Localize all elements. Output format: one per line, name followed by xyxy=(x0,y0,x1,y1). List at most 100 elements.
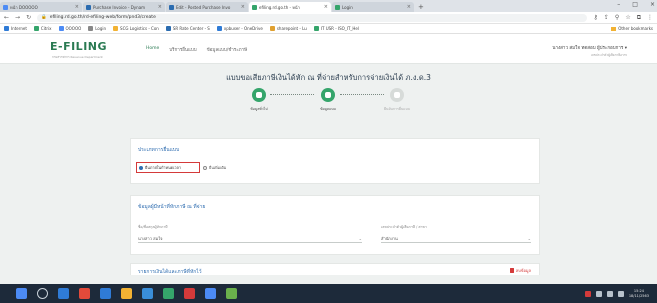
field-value[interactable]: นางสาว สมใจ ⌄ xyxy=(138,234,362,243)
filing-type-additional-radio[interactable]: ยื่นเพิ่มเติม xyxy=(203,165,226,171)
bookmark-label: sharepoint - Lu xyxy=(276,26,307,31)
bookmark-item[interactable]: OOOOO xyxy=(58,26,82,31)
menu-icon[interactable]: ⋮ xyxy=(647,14,653,22)
filing-type-card: ประเภทการยื่นแบบ ยื่นภายในกำหนดเวลา ยื่น… xyxy=(130,138,540,184)
browser-tab[interactable]: Edit - Posted Purchase Invo × xyxy=(166,2,248,12)
back-icon[interactable]: ← xyxy=(4,14,9,21)
forward-icon[interactable]: → xyxy=(15,14,20,21)
bookmark-icon xyxy=(4,26,9,31)
payer-branch-select[interactable]: เลขประจำตัวผู้เสียภาษี / สาขา สำนักงาน ⌄ xyxy=(381,224,531,243)
close-tab-icon[interactable]: × xyxy=(407,4,411,10)
close-tab-icon[interactable]: × xyxy=(158,4,162,10)
chrome-icon[interactable] xyxy=(163,288,174,299)
zoom-icon[interactable]: ⚲ xyxy=(615,14,619,22)
teams-icon[interactable] xyxy=(100,288,111,299)
bookmark-icon xyxy=(33,26,39,31)
menu-item-tax-info[interactable]: ข้อมูลแบบ/ชำระภาษี xyxy=(207,46,248,53)
other-bookmarks[interactable]: Other bookmarks xyxy=(611,26,653,31)
app-icon[interactable] xyxy=(205,288,216,299)
payer-info-card: ข้อมูลผู้มีหน้าที่หักภาษี ณ ที่จ่าย ชื่อ… xyxy=(130,195,540,255)
menu-item-filing[interactable]: บริการยื่นแบบ xyxy=(169,46,196,53)
menu-item-home[interactable]: Home xyxy=(146,46,159,53)
extensions-icon[interactable]: ⧉ xyxy=(637,14,641,22)
close-tab-icon[interactable]: × xyxy=(241,4,245,10)
explorer-icon[interactable] xyxy=(121,288,132,299)
volume-icon[interactable] xyxy=(606,290,613,297)
delete-data-button[interactable]: ลบข้อมูล xyxy=(509,267,531,274)
windows-start-icon[interactable] xyxy=(16,288,27,299)
key-icon[interactable]: ⚷ xyxy=(593,14,597,22)
clock-date: 18/11/2563 xyxy=(628,293,649,298)
folder-icon xyxy=(611,26,617,31)
field-value[interactable]: สำนักงาน ⌄ xyxy=(381,234,531,243)
bookmark-label: Internet xyxy=(11,26,27,31)
browser-tab[interactable]: หน้า DOOOOO × xyxy=(0,2,82,12)
other-bookmarks-label: Other bookmarks xyxy=(618,26,653,31)
bookmark-label: SR Rate Center - S xyxy=(172,26,210,31)
bookmark-item[interactable]: IT USR - ISO_IT_Hel xyxy=(313,26,359,31)
tab-title: Login xyxy=(342,4,353,10)
radio-selected-icon xyxy=(139,165,143,170)
edge-icon[interactable] xyxy=(58,288,69,299)
bookmark-item[interactable]: SR Rate Center - S xyxy=(165,26,210,31)
reload-icon[interactable]: ↻ xyxy=(26,14,31,21)
tab-favicon-icon xyxy=(252,4,257,10)
settings-icon[interactable] xyxy=(142,288,153,299)
browser-tab-active[interactable]: efiling.rd.go.th - หน้า × xyxy=(249,2,331,12)
browser-tab[interactable]: Purchase Invoice - Dynam × xyxy=(83,2,165,12)
network-icon[interactable] xyxy=(595,290,602,297)
payer-info-title: ข้อมูลผู้มีหน้าที่หักภาษี ณ ที่จ่าย xyxy=(138,204,206,210)
payer-name-select[interactable]: ชื่อ/ชื่อสกุลผู้หักภาษี นางสาว สมใจ ⌄ xyxy=(138,224,362,243)
tab-favicon-icon xyxy=(335,4,340,10)
step-done-icon xyxy=(252,88,266,102)
close-tab-icon[interactable]: × xyxy=(75,4,79,10)
step-confirm: ยืนยันการยื่นแบบ xyxy=(372,88,422,112)
bookmark-item[interactable]: Internet xyxy=(4,26,27,31)
radio-label: ยื่นเพิ่มเติม xyxy=(209,165,227,170)
system-tray: 15:24 18/11/2563 xyxy=(584,289,657,299)
browser-tab[interactable]: Login × xyxy=(332,2,414,12)
radio-empty-icon xyxy=(203,166,207,170)
user-name: นางสาว สมใจ ทดสอบ ผู้ประกอบการ ▾ xyxy=(552,46,627,51)
minimize-icon[interactable]: – xyxy=(617,1,620,8)
app-icon[interactable] xyxy=(226,288,237,299)
radio-label: ยื่นภายในกำหนดเวลา xyxy=(145,164,182,170)
browser-tab-strip: หน้า DOOOOO × Purchase Invoice - Dynam ×… xyxy=(0,0,657,12)
step-pending-icon xyxy=(390,88,404,102)
tab-favicon-icon xyxy=(169,4,174,10)
app-icon[interactable] xyxy=(184,288,195,299)
language-icon[interactable] xyxy=(617,290,624,297)
bookmark-item[interactable]: sharepoint - Lu xyxy=(269,26,307,31)
url-field[interactable]: 🔒 efiling.rd.go.th/rd-efiling-web/form/p… xyxy=(37,13,588,22)
bookmark-label: IT USR - ISO_IT_Hel xyxy=(320,26,359,31)
notification-icon[interactable] xyxy=(584,290,591,297)
chevron-down-icon: ▾ xyxy=(624,46,627,51)
address-bar-row: ← → ↻ 🔒 efiling.rd.go.th/rd-efiling-web/… xyxy=(0,12,657,24)
close-tab-icon[interactable]: × xyxy=(324,4,328,10)
field-label: ชื่อ/ชื่อสกุลผู้หักภาษี xyxy=(138,225,168,229)
close-window-icon[interactable]: × xyxy=(650,1,655,8)
trash-icon xyxy=(509,268,514,273)
step-attachment: ข้อมูลแนบ xyxy=(303,88,353,112)
user-menu[interactable]: นางสาว สมใจ ทดสอบ ผู้ประกอบการ ▾ เลขประจ… xyxy=(552,44,627,58)
outlook-icon[interactable] xyxy=(79,288,90,299)
url-text: efiling.rd.go.th/rd-efiling-web/form/pnd… xyxy=(49,15,156,20)
new-tab-button[interactable]: + xyxy=(418,2,424,12)
tab-title: หน้า DOOOOO xyxy=(10,4,38,10)
clock[interactable]: 15:24 18/11/2563 xyxy=(629,289,649,299)
efiling-logo[interactable]: E-FILING xyxy=(50,40,107,53)
window-controls: – □ × xyxy=(617,1,655,8)
bookmark-item[interactable]: SCG Logistics - Con xyxy=(113,26,159,31)
bookmark-item[interactable]: Login xyxy=(88,26,106,31)
filing-type-ontime-radio[interactable]: ยื่นภายในกำหนดเวลา xyxy=(136,162,200,173)
step-label: ข้อมูลทั่วไป xyxy=(250,107,268,111)
bookmark-label: Login xyxy=(95,26,107,31)
bookmark-label: OOOOO xyxy=(65,26,82,31)
bookmark-item[interactable]: Citrix xyxy=(33,26,52,31)
search-icon[interactable] xyxy=(37,288,48,299)
share-icon[interactable]: ⇪ xyxy=(604,14,609,22)
step-general-info: ข้อมูลทั่วไป xyxy=(234,88,284,112)
bookmark-star-icon[interactable]: ☆ xyxy=(625,14,630,22)
bookmark-item[interactable]: xpbuser - OneDrive xyxy=(216,26,263,31)
maximize-icon[interactable]: □ xyxy=(632,1,638,8)
